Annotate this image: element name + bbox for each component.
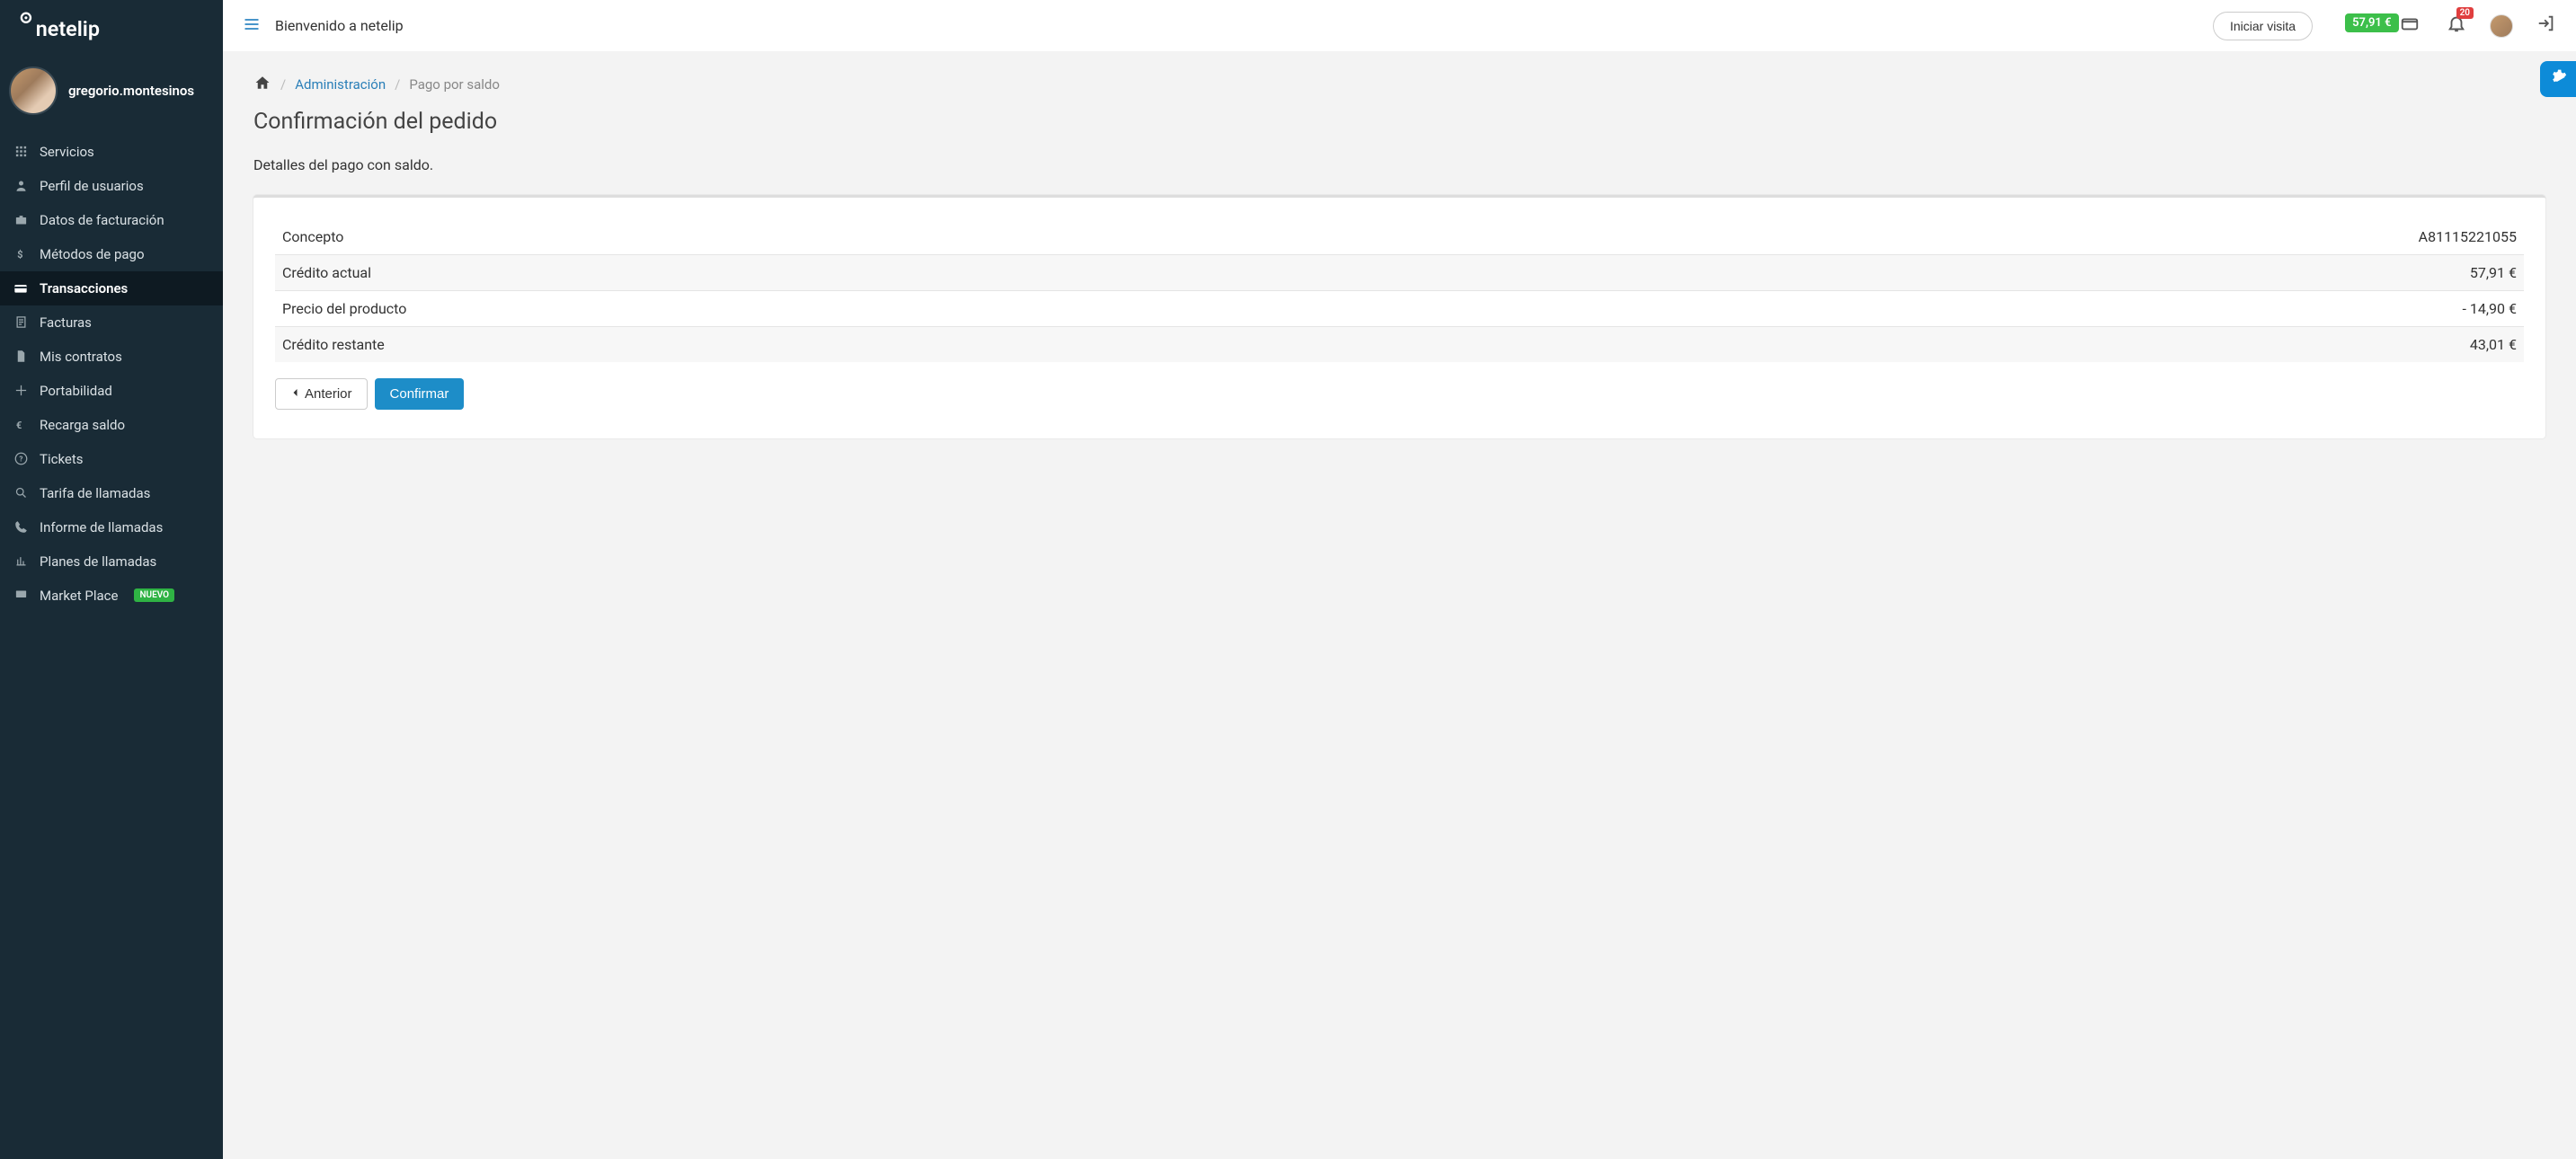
sidebar-item-label: Planes de llamadas — [40, 553, 156, 570]
sidebar: netelip gregorio.montesinos Servicios Per… — [0, 0, 223, 1159]
briefcase-icon — [13, 213, 29, 226]
row-label: Crédito restante — [275, 327, 1516, 363]
sidebar-item-label: Servicios — [40, 144, 94, 160]
sidebar-item-label: Tickets — [40, 451, 84, 467]
search-icon — [13, 486, 29, 500]
breadcrumb-separator: / — [280, 76, 286, 93]
phone-icon — [13, 520, 29, 534]
breadcrumb-current: Pago por saldo — [409, 76, 500, 93]
confirm-button[interactable]: Confirmar — [375, 378, 465, 410]
row-value: 43,01 € — [1516, 327, 2524, 363]
row-value: - 14,90 € — [1516, 291, 2524, 327]
sidebar-item-métodos-de-pago[interactable]: $ Métodos de pago — [0, 237, 223, 271]
sidebar-item-label: Facturas — [40, 314, 92, 331]
svg-text:?: ? — [19, 455, 22, 464]
file-icon — [13, 349, 29, 363]
sidebar-item-label: Mis contratos — [40, 349, 122, 365]
plan-icon — [13, 554, 29, 568]
user-area[interactable]: gregorio.montesinos — [0, 54, 223, 135]
monitor-icon — [13, 588, 29, 602]
plus-icon — [13, 384, 29, 397]
order-table: ConceptoA81115221055Crédito actual57,91 … — [275, 219, 2524, 362]
sidebar-item-transacciones[interactable]: Transacciones — [0, 271, 223, 305]
wallet-icon[interactable] — [2400, 19, 2420, 38]
settings-gear-icon[interactable] — [2540, 61, 2576, 97]
help-icon: ? — [13, 452, 29, 465]
table-row: Precio del producto- 14,90 € — [275, 291, 2524, 327]
avatar — [9, 66, 58, 115]
svg-text:€: € — [15, 420, 21, 431]
sidebar-item-label: Perfil de usuarios — [40, 178, 144, 194]
topbar-title: Bienvenido a netelip — [275, 17, 2198, 34]
sidebar-item-label: Tarifa de llamadas — [40, 485, 150, 501]
sidebar-item-informe-de-llamadas[interactable]: Informe de llamadas — [0, 510, 223, 544]
content: / Administración / Pago por saldo Confir… — [223, 51, 2576, 1159]
balance-badge[interactable]: 57,91 € — [2345, 13, 2398, 32]
sidebar-item-label: Transacciones — [40, 280, 128, 296]
start-visit-button[interactable]: Iniciar visita — [2213, 12, 2313, 40]
breadcrumb-separator: / — [395, 76, 400, 93]
sidebar-item-recarga-saldo[interactable]: € Recarga saldo — [0, 408, 223, 442]
svg-text:netelip: netelip — [36, 16, 100, 41]
sidebar-item-tickets[interactable]: ? Tickets — [0, 442, 223, 476]
previous-button[interactable]: Anterior — [275, 378, 368, 410]
page-subtitle: Detalles del pago con saldo. — [253, 156, 2545, 173]
svg-text:$: $ — [17, 249, 22, 261]
sidebar-item-facturas[interactable]: Facturas — [0, 305, 223, 340]
sidebar-item-label: Informe de llamadas — [40, 519, 163, 535]
sidebar-nav: Servicios Perfil de usuarios Datos de fact… — [0, 135, 223, 613]
sidebar-item-portabilidad[interactable]: Portabilidad — [0, 374, 223, 408]
row-label: Crédito actual — [275, 255, 1516, 291]
breadcrumb-admin-link[interactable]: Administración — [295, 76, 386, 93]
hamburger-icon[interactable] — [243, 15, 261, 37]
dollar-icon: $ — [13, 247, 29, 261]
sidebar-item-label: Market Place — [40, 588, 118, 604]
user-icon — [13, 179, 29, 192]
sidebar-item-label: Portabilidad — [40, 383, 112, 399]
sidebar-item-label: Métodos de pago — [40, 246, 145, 262]
sidebar-item-market-place[interactable]: Market Place NUEVO — [0, 579, 223, 613]
grid-icon — [13, 145, 29, 158]
bell-icon[interactable]: 20 — [2447, 13, 2466, 38]
euro-icon: € — [13, 418, 29, 431]
logout-icon[interactable] — [2536, 13, 2556, 38]
sidebar-item-tarifa-de-llamadas[interactable]: Tarifa de llamadas — [0, 476, 223, 510]
notification-badge: 20 — [2456, 7, 2474, 19]
sidebar-item-label: Datos de facturación — [40, 212, 164, 228]
main: Bienvenido a netelip Iniciar visita 57,9… — [223, 0, 2576, 1159]
brand-logo[interactable]: netelip — [0, 0, 223, 54]
nav-badge: NUEVO — [134, 588, 174, 602]
row-value: A81115221055 — [1516, 219, 2524, 255]
sidebar-item-mis-contratos[interactable]: Mis contratos — [0, 340, 223, 374]
row-label: Concepto — [275, 219, 1516, 255]
sidebar-item-label: Recarga saldo — [40, 417, 125, 433]
home-icon[interactable] — [253, 75, 271, 94]
card-icon — [13, 281, 29, 296]
chevron-left-icon — [290, 386, 301, 402]
username: gregorio.montesinos — [68, 83, 194, 99]
topbar: Bienvenido a netelip Iniciar visita 57,9… — [223, 0, 2576, 51]
previous-button-label: Anterior — [305, 386, 352, 402]
row-value: 57,91 € — [1516, 255, 2524, 291]
row-label: Precio del producto — [275, 291, 1516, 327]
avatar-small[interactable] — [2490, 14, 2513, 38]
sidebar-item-datos-de-facturación[interactable]: Datos de facturación — [0, 203, 223, 237]
sidebar-item-perfil-de-usuarios[interactable]: Perfil de usuarios — [0, 169, 223, 203]
table-row: Crédito actual57,91 € — [275, 255, 2524, 291]
sidebar-item-servicios[interactable]: Servicios — [0, 135, 223, 169]
page-title: Confirmación del pedido — [253, 109, 2545, 135]
table-row: Crédito restante43,01 € — [275, 327, 2524, 363]
table-row: ConceptoA81115221055 — [275, 219, 2524, 255]
sidebar-item-planes-de-llamadas[interactable]: Planes de llamadas — [0, 544, 223, 579]
breadcrumb: / Administración / Pago por saldo — [253, 75, 2545, 94]
order-card: ConceptoA81115221055Crédito actual57,91 … — [253, 195, 2545, 438]
sheet-icon — [13, 315, 29, 329]
